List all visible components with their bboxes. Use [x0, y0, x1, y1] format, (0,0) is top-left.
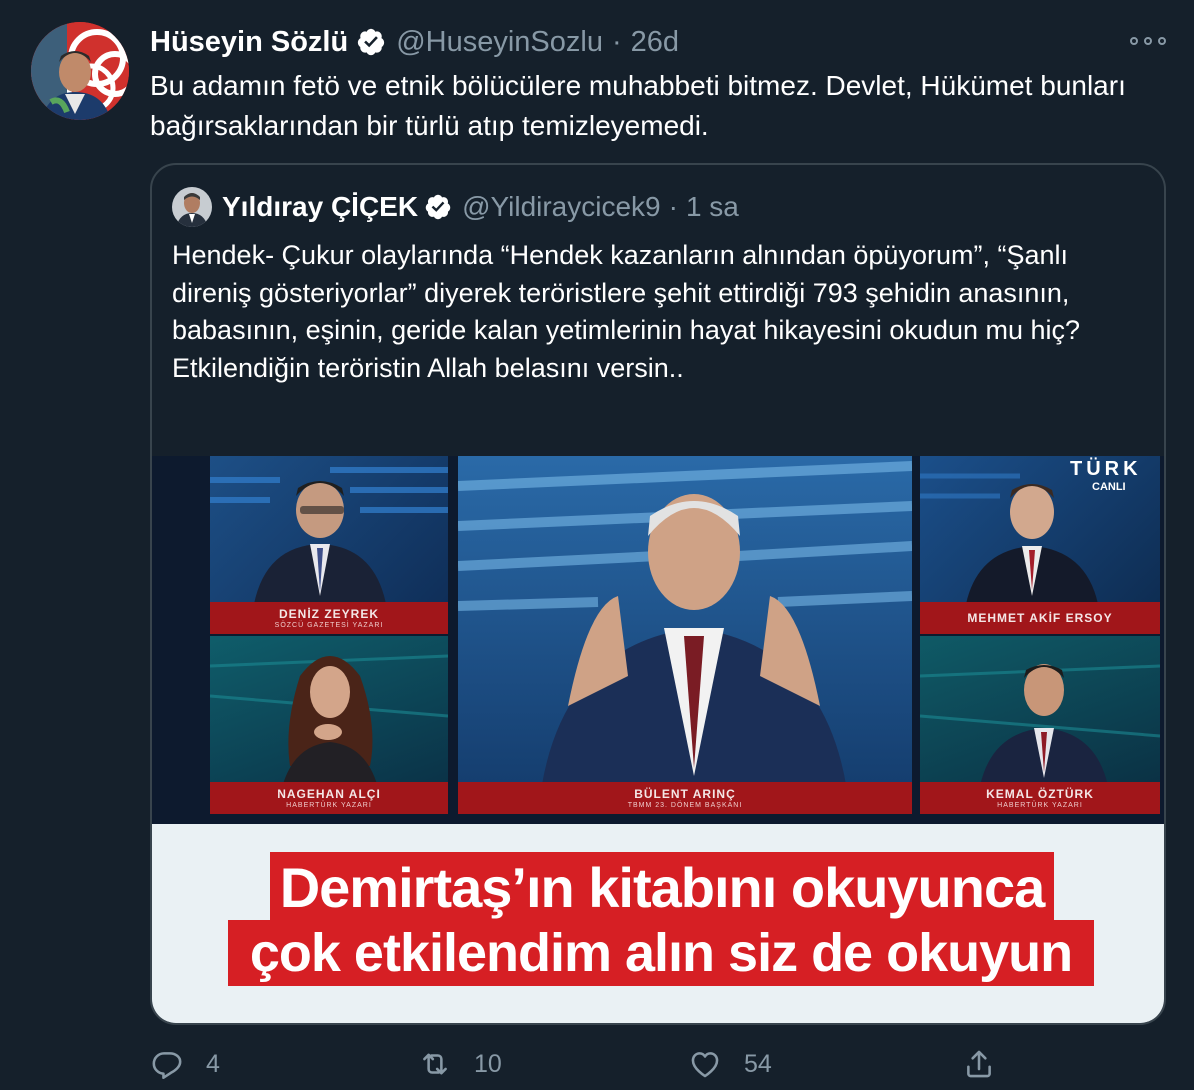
panelist-name: KEMAL ÖZTÜRK	[986, 787, 1094, 801]
quoted-tweet-text: Hendek- Çukur olaylarında “Hendek kazanl…	[172, 240, 1081, 383]
author-handle[interactable]: @HuseyinSozlu	[396, 26, 603, 59]
lower-third: NAGEHAN ALÇI HABERTÜRK YAZARI	[210, 782, 448, 814]
separator-dot: ·	[668, 191, 678, 222]
like-count: 54	[744, 1049, 772, 1078]
tweet-header: Hüseyin Sözlü @HuseyinSozlu · 26d	[150, 24, 679, 60]
author-avatar[interactable]	[31, 22, 129, 120]
lower-third: KEMAL ÖZTÜRK HABERTÜRK YAZARI	[920, 782, 1160, 814]
quoted-author-name[interactable]: Yıldıray ÇİÇEK	[222, 191, 418, 223]
quoted-author-handle[interactable]: @Yildiraycicek9	[462, 191, 661, 223]
panelist-name: BÜLENT ARINÇ	[634, 787, 736, 801]
panel-bottom-right: KEMAL ÖZTÜRK HABERTÜRK YAZARI	[920, 636, 1160, 814]
lower-third: DENİZ ZEYREK SÖZCÜ GAZETESİ YAZARI	[210, 602, 448, 634]
panelist-title: HABERTÜRK YAZARI	[997, 802, 1083, 809]
panel-top-right: TÜRK CANLI MEHMET AKİF ERSOY	[920, 456, 1160, 634]
panelist-title: TBMM 23. DÖNEM BAŞKANI	[627, 802, 743, 809]
headline-line-1: Demirtaş’ın kitabını okuyunca	[270, 852, 1054, 922]
lower-third: BÜLENT ARINÇ TBMM 23. DÖNEM BAŞKANI	[458, 782, 912, 814]
like-button[interactable]: 54	[688, 1042, 772, 1086]
channel-logo-text: TÜRK	[1070, 458, 1142, 480]
panelist-title: HABERTÜRK YAZARI	[286, 802, 372, 809]
reply-icon	[152, 1052, 182, 1080]
verified-icon	[424, 193, 452, 221]
live-badge: CANLI	[1092, 481, 1126, 493]
retweet-icon	[423, 1053, 447, 1075]
panelist-title: SÖZCÜ GAZETESİ YAZARI	[274, 622, 384, 629]
share-button[interactable]	[962, 1042, 996, 1086]
quoted-tweet-timestamp[interactable]: 1 sa	[686, 191, 739, 223]
panel-center: BÜLENT ARINÇ TBMM 23. DÖNEM BAŞKANI	[458, 456, 912, 814]
retweet-button[interactable]: 10	[418, 1042, 502, 1086]
like-icon	[691, 1052, 719, 1078]
panelist-name: NAGEHAN ALÇI	[277, 787, 381, 801]
action-bar: 4 10 54	[150, 1042, 1050, 1086]
quoted-tweet-header: Yıldıray ÇİÇEK @Yildiraycicek9 · 1 sa	[222, 187, 739, 227]
headline-line-2: çok etkilendim alın siz de okuyun	[228, 920, 1094, 986]
panelist-name: MEHMET AKİF ERSOY	[967, 611, 1113, 625]
quoted-tweet[interactable]: Yıldıray ÇİÇEK @Yildiraycicek9 · 1 sa He…	[150, 163, 1166, 1025]
reply-count: 4	[206, 1049, 220, 1078]
panel-bottom-left: NAGEHAN ALÇI HABERTÜRK YAZARI	[210, 636, 448, 814]
headline-area: Demirtaş’ın kitabını okuyunca çok etkile…	[152, 824, 1164, 1023]
more-icon[interactable]	[1130, 30, 1166, 52]
tweet-timestamp[interactable]: 26d	[631, 26, 679, 59]
quoted-author-avatar[interactable]	[172, 187, 212, 227]
lower-third: MEHMET AKİF ERSOY	[920, 602, 1160, 634]
panelist-name: DENİZ ZEYREK	[278, 607, 379, 621]
panel-top-left: DENİZ ZEYREK SÖZCÜ GAZETESİ YAZARI	[210, 456, 448, 634]
share-icon	[967, 1050, 991, 1078]
separator-dot: ·	[611, 25, 622, 58]
reply-button[interactable]: 4	[150, 1042, 220, 1086]
retweet-count: 10	[474, 1049, 502, 1078]
channel-logo: TÜRK CANLI	[1070, 458, 1142, 493]
tweet-media-image[interactable]: DENİZ ZEYREK SÖZCÜ GAZETESİ YAZARI NAGEH…	[152, 456, 1164, 1023]
verified-icon	[356, 27, 386, 57]
tweet[interactable]: Hüseyin Sözlü @HuseyinSozlu · 26d Bu ada…	[0, 0, 1194, 1090]
tweet-text: Bu adamın fetö ve etnik bölücülere muhab…	[150, 70, 1126, 141]
author-name[interactable]: Hüseyin Sözlü	[150, 26, 348, 59]
